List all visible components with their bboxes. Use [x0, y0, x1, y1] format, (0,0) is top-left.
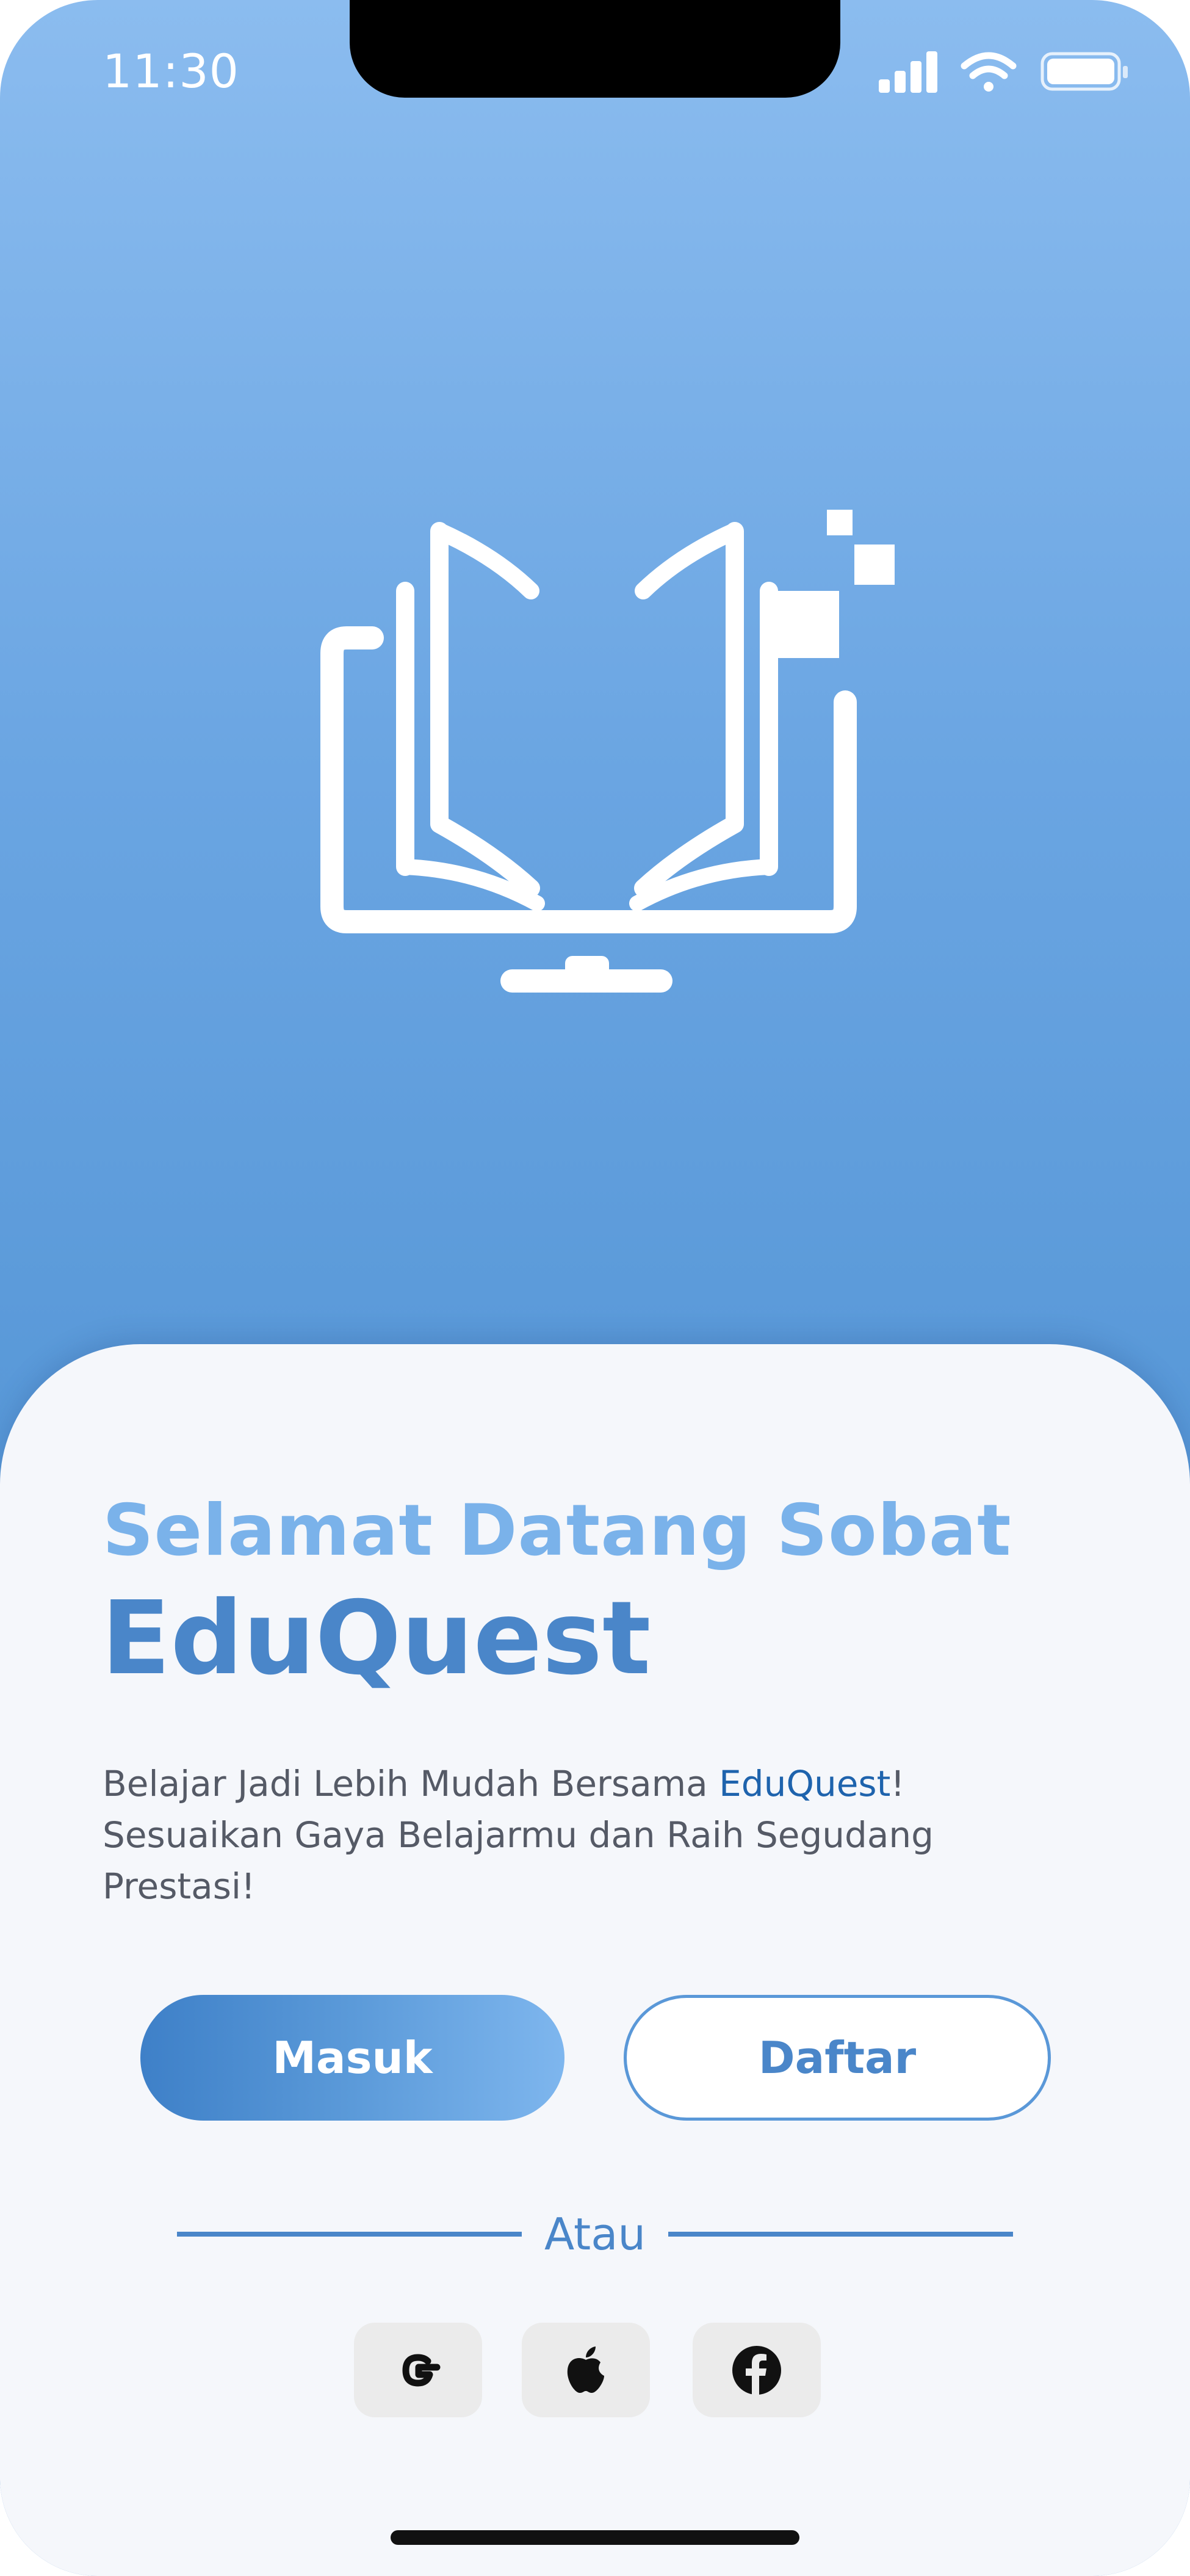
app-screen: 11:30 Selamat Datang Sobat EduQuest Bela… [0, 0, 1190, 2576]
description-line3: Prestasi! [103, 1865, 256, 1907]
google-login-button[interactable] [354, 2323, 482, 2417]
description: Belajar Jadi Lebih Mudah Bersama EduQues… [103, 1758, 993, 1912]
divider-label: Atau [544, 2209, 646, 2260]
status-time: 11:30 [103, 44, 240, 98]
welcome-heading: Selamat Datang Sobat [103, 1489, 1012, 1572]
device-notch [350, 0, 840, 98]
description-text: Belajar Jadi Lebih Mudah Bersama [103, 1763, 719, 1804]
wifi-icon [961, 52, 1017, 92]
open-book-icon [311, 501, 946, 1004]
apple-login-button[interactable] [522, 2323, 650, 2417]
divider-line-right [668, 2232, 1013, 2237]
home-indicator[interactable] [391, 2530, 799, 2545]
description-brand: EduQuest [719, 1763, 891, 1804]
battery-icon [1040, 52, 1128, 91]
register-button[interactable]: Daftar [624, 1995, 1051, 2121]
facebook-icon [732, 2345, 781, 2395]
signal-icon [879, 51, 937, 93]
description-line2: Sesuaikan Gaya Belajarmu dan Raih Seguda… [103, 1814, 934, 1856]
google-icon [402, 2354, 441, 2386]
description-text-end: ! [890, 1763, 905, 1804]
divider-line-left [177, 2232, 522, 2237]
apple-icon [567, 2346, 604, 2393]
brand-title: EduQuest [101, 1580, 651, 1698]
status-icons [879, 48, 1147, 96]
facebook-login-button[interactable] [693, 2323, 821, 2417]
login-button[interactable]: Masuk [140, 1995, 564, 2121]
